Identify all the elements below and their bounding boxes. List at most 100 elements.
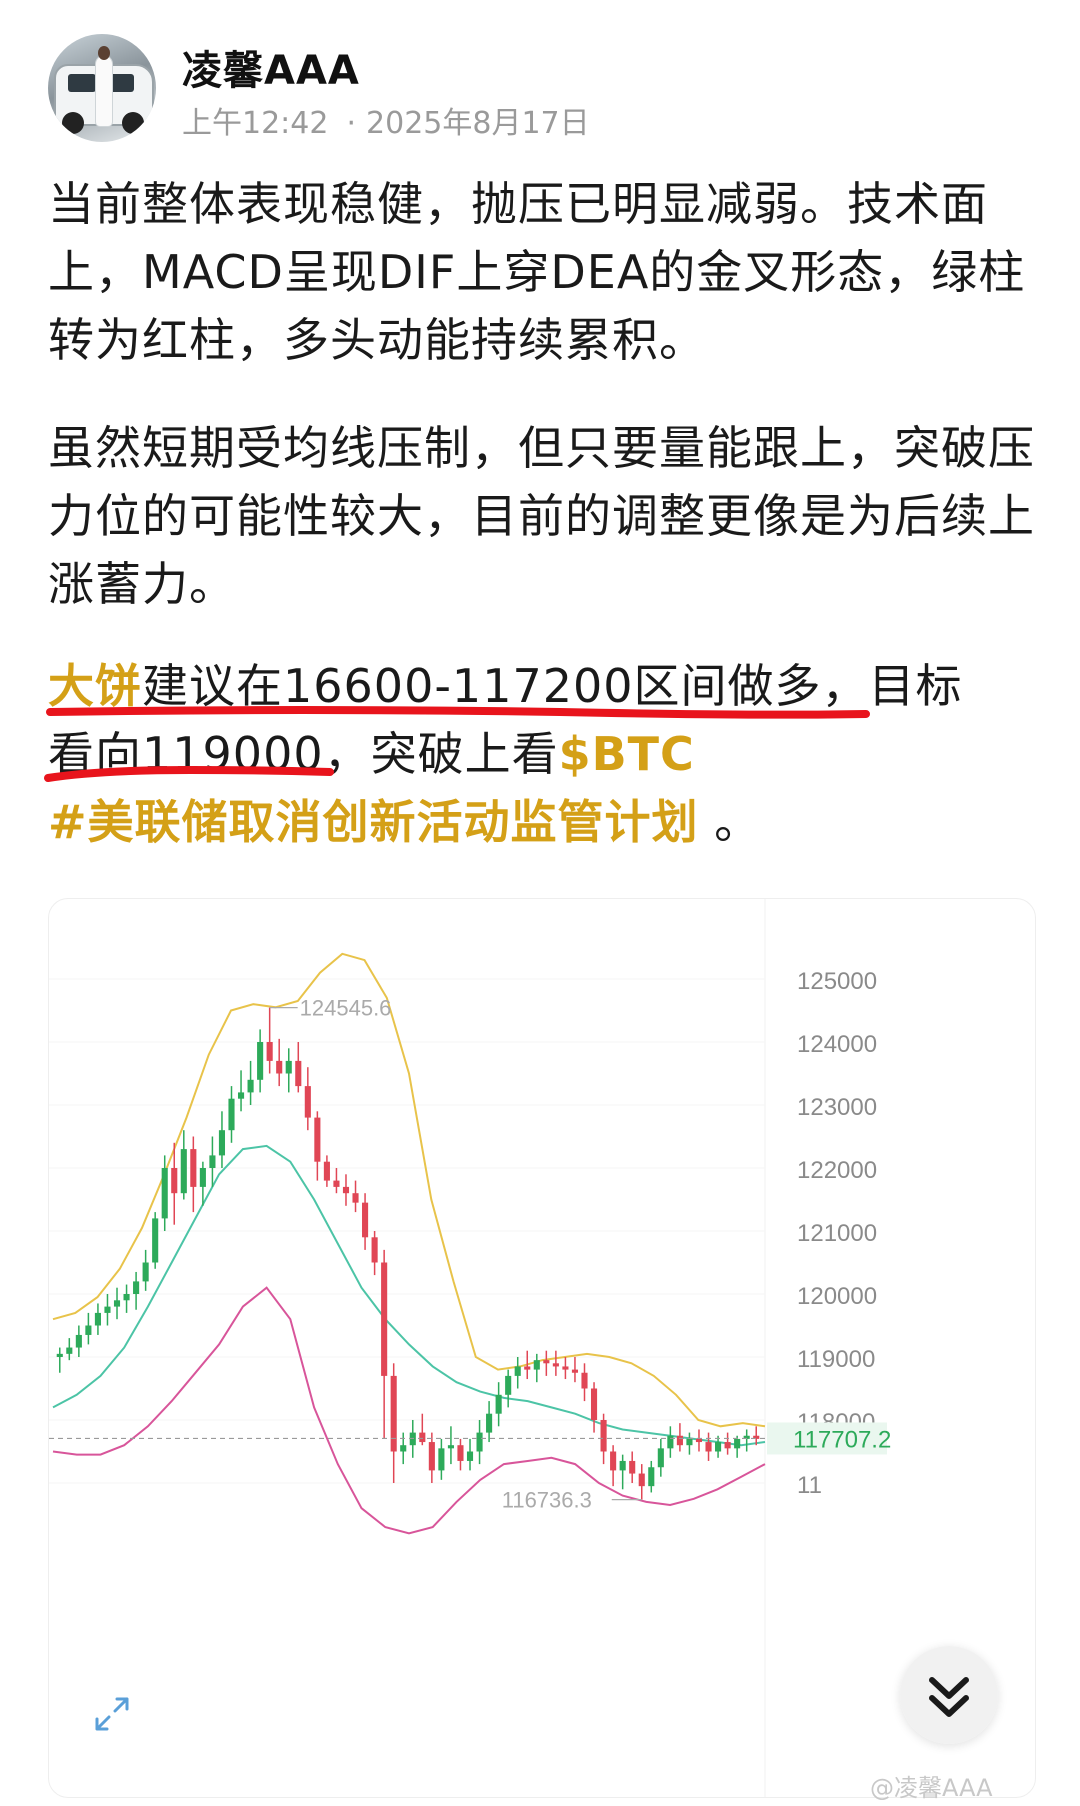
- max-price-label: 124545.6: [300, 996, 392, 1021]
- candle-up: [505, 1375, 512, 1395]
- y-tick-label: 124000: [797, 1031, 877, 1058]
- person-figure: [96, 56, 112, 126]
- candle-up: [400, 1445, 407, 1452]
- hashtag-suffix: 。: [698, 795, 762, 849]
- hashtag-link[interactable]: #美联储取消创新活动监管计划: [48, 795, 699, 849]
- candle-down: [381, 1262, 388, 1376]
- candle-down: [524, 1366, 531, 1370]
- candle-down: [600, 1420, 607, 1452]
- candle-down: [323, 1161, 330, 1181]
- candle-up: [218, 1130, 226, 1156]
- paragraph-3-line-1: 建议在16600-117200区间做多，目标: [142, 659, 963, 713]
- avatar[interactable]: [48, 34, 156, 142]
- post-paragraph-1: 当前整体表现稳健，抛压已明显减弱。技术面上，MACD呈现DIF上穿DEA的金叉形…: [48, 177, 1026, 367]
- candle-up: [514, 1366, 521, 1376]
- y-tick-label: 122000: [797, 1157, 877, 1184]
- candle-up: [75, 1334, 82, 1348]
- candle-down: [333, 1180, 340, 1187]
- cashtag-link[interactable]: $BTC: [559, 727, 695, 781]
- candle-up: [113, 1300, 121, 1307]
- candle-up: [56, 1353, 63, 1357]
- candle-down: [171, 1168, 178, 1194]
- candle-down: [457, 1445, 464, 1461]
- candle-down: [638, 1473, 645, 1487]
- post-date: 2025年8月17日: [366, 106, 590, 141]
- meta-separator: ·: [346, 106, 357, 141]
- chevron-down-double-icon: [929, 1677, 969, 1717]
- candle-down: [352, 1193, 359, 1203]
- price-chart[interactable]: 125000 124000 123000 122000 121000 120000 1190…: [48, 898, 1036, 1798]
- candle-down: [562, 1366, 569, 1370]
- y-tick-label: 120000: [797, 1283, 877, 1310]
- candle-down: [390, 1375, 397, 1452]
- candle-up: [285, 1060, 292, 1074]
- candle-down: [342, 1186, 350, 1194]
- post-time: 上午12:42: [182, 106, 329, 141]
- candle-up: [495, 1394, 502, 1414]
- car-tire: [62, 112, 84, 134]
- candle-down: [552, 1363, 559, 1367]
- candle-up: [152, 1218, 159, 1263]
- candle-up: [476, 1432, 483, 1452]
- y-tick-label: 121000: [797, 1220, 877, 1247]
- candle-up: [715, 1442, 722, 1452]
- candle-down: [610, 1451, 617, 1471]
- person-head: [98, 46, 110, 60]
- candle-up: [209, 1155, 216, 1168]
- watermark: @凌馨AAA: [870, 1774, 993, 1802]
- candle-up: [734, 1438, 741, 1449]
- candle-down: [295, 1060, 302, 1087]
- candle-up: [199, 1168, 206, 1187]
- candle-up: [657, 1448, 664, 1468]
- candle-down: [629, 1460, 636, 1474]
- candle-down: [266, 1042, 273, 1061]
- candle-down: [190, 1149, 197, 1187]
- candle-up: [66, 1347, 73, 1354]
- candle-down: [419, 1432, 426, 1443]
- candle-up: [466, 1451, 474, 1461]
- candle-up: [123, 1294, 130, 1301]
- username[interactable]: 凌馨AAA: [182, 38, 360, 96]
- post-paragraph-2: 虽然短期受均线压制，但只要量能跟上，突破压力位的可能性较大，目前的调整更像是为后…: [48, 421, 1035, 611]
- candle-up: [667, 1435, 674, 1449]
- candle-down: [428, 1442, 435, 1471]
- current-price-label: 117707.2: [793, 1426, 891, 1453]
- candle-up: [438, 1448, 445, 1471]
- post-paragraph-3: 大饼建议在16600-117200区间做多，目标 看向119000，突破上看$B…: [48, 652, 1038, 856]
- candle-up: [180, 1149, 187, 1194]
- min-price-label: 116736.3: [502, 1488, 592, 1513]
- candle-down: [676, 1435, 683, 1446]
- scroll-down-button[interactable]: [900, 1646, 998, 1744]
- candle-up: [648, 1467, 655, 1487]
- candle-up: [94, 1312, 101, 1326]
- candle-down: [695, 1438, 703, 1443]
- expand-icon[interactable]: [87, 1689, 137, 1739]
- candle-up: [133, 1281, 140, 1294]
- highlight-keyword: 大饼: [48, 659, 142, 713]
- y-tick-label: 11: [797, 1472, 822, 1499]
- candle-down: [276, 1060, 283, 1074]
- candle-down: [705, 1442, 712, 1452]
- candle-down: [590, 1388, 598, 1420]
- bollinger-lower-line: [52, 1286, 766, 1535]
- candle-down: [304, 1086, 311, 1118]
- candle-up: [85, 1325, 92, 1335]
- candle-up: [486, 1413, 493, 1433]
- candle-up: [257, 1042, 264, 1080]
- candle-down: [362, 1202, 369, 1238]
- candle-down: [543, 1360, 550, 1364]
- candle-down: [571, 1369, 579, 1373]
- candlestick-chart: 125000 124000 123000 122000 121000 120000 1190…: [49, 899, 891, 1797]
- bollinger-upper-line: [52, 952, 766, 1428]
- candle-up: [686, 1438, 693, 1446]
- candle-up: [447, 1445, 454, 1449]
- candle-up: [161, 1168, 168, 1219]
- candle-down: [314, 1117, 321, 1162]
- car-tire: [122, 112, 144, 134]
- post-meta: 上午12:42 · 2025年8月17日: [182, 98, 590, 142]
- y-tick-label: 119000: [797, 1346, 875, 1373]
- y-tick-label: 123000: [797, 1094, 877, 1121]
- car-window: [68, 74, 96, 92]
- candle-up: [237, 1092, 245, 1099]
- bollinger-middle-line: [52, 1144, 766, 1447]
